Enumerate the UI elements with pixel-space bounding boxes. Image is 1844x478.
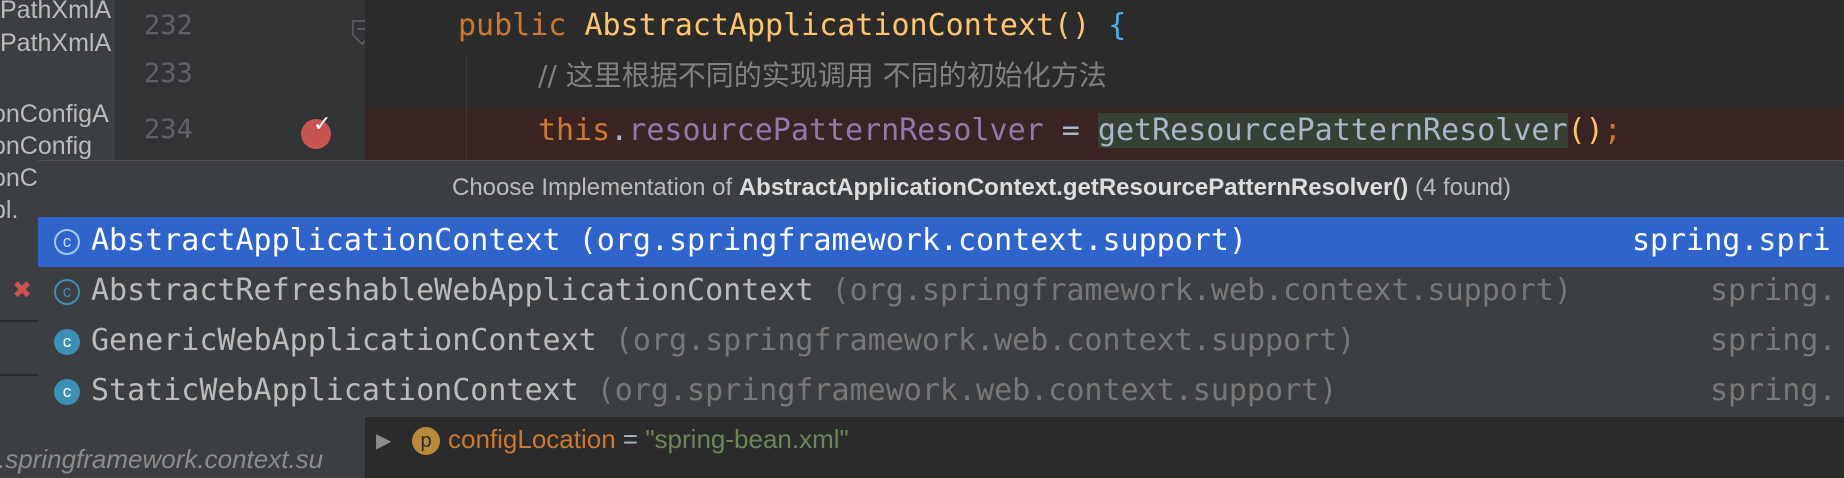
implementation-name: AbstractRefreshableWebApplicationContext xyxy=(91,273,814,308)
implementation-item[interactable]: c GenericWebApplicationContext (org.spri… xyxy=(38,317,1844,367)
this-keyword: this xyxy=(538,113,611,148)
code-line-234[interactable]: this.resourcePatternResolver = getResour… xyxy=(538,113,1622,148)
structure-item[interactable]: onConfig xyxy=(0,132,92,161)
implementation-module: spring.spri xyxy=(1632,223,1831,258)
implementation-module: spring. xyxy=(1710,373,1837,408)
choose-implementation-popup[interactable]: Choose Implementation of AbstractApplica… xyxy=(38,160,1844,417)
frame-package[interactable]: .springframework.context.su xyxy=(0,444,323,475)
implementation-label: AbstractRefreshableWebApplicationContext… xyxy=(91,273,1572,308)
class-icon: c xyxy=(54,329,80,355)
implementation-package: (org.springframework.web.context.support… xyxy=(578,373,1338,408)
code-line-233[interactable]: // 这里根据不同的实现调用 不同的初始化方法 xyxy=(538,54,1107,94)
parameter-icon: p xyxy=(412,427,440,455)
variable-row[interactable]: configLocation = "spring-bean.xml" xyxy=(448,424,849,455)
variable-eq: = xyxy=(615,424,646,454)
constructor-name: AbstractApplicationContext xyxy=(584,8,1055,43)
code-line-232[interactable]: public AbstractApplicationContext() { xyxy=(458,8,1126,43)
implementation-name: StaticWebApplicationContext xyxy=(91,373,579,408)
class-icon: c xyxy=(54,379,80,405)
error-marker-icon: ✖ xyxy=(12,276,33,304)
abstract-class-icon: c xyxy=(54,279,80,305)
brace: { xyxy=(1108,8,1127,43)
field-name: resourcePatternResolver xyxy=(628,113,1044,148)
implementation-label: GenericWebApplicationContext (org.spring… xyxy=(91,323,1355,358)
implementation-name: GenericWebApplicationContext xyxy=(91,323,597,358)
implementation-package: (org.springframework.web.context.support… xyxy=(596,323,1356,358)
implementation-name: AbstractApplicationContext xyxy=(91,223,561,258)
indent-guide xyxy=(466,56,467,166)
implementation-label: StaticWebApplicationContext (org.springf… xyxy=(91,373,1337,408)
line-number: 234 xyxy=(144,114,193,145)
structure-item[interactable]: pl. xyxy=(0,196,18,225)
implementation-label: AbstractApplicationContext (org.springfr… xyxy=(91,223,1247,258)
popup-title: Choose Implementation of AbstractApplica… xyxy=(38,161,1844,215)
popup-title-method: AbstractApplicationContext.getResourcePa… xyxy=(738,174,1409,201)
implementation-item[interactable]: c AbstractRefreshableWebApplicationConte… xyxy=(38,267,1844,317)
structure-item[interactable]: onC xyxy=(0,164,38,193)
expand-arrow-icon[interactable]: ▶ xyxy=(376,428,391,452)
abstract-class-icon: c xyxy=(54,229,80,255)
variable-value: "spring-bean.xml" xyxy=(645,424,849,454)
implementation-item[interactable]: c StaticWebApplicationContext (org.sprin… xyxy=(38,367,1844,417)
parens: () xyxy=(1054,8,1091,43)
assign-operator: = xyxy=(1043,113,1098,148)
popup-title-count: (4 found) xyxy=(1408,174,1512,201)
keyword: public xyxy=(458,8,567,43)
structure-item[interactable]: onConfigA xyxy=(0,100,109,129)
breakpoint-check-icon: ✓ xyxy=(313,112,332,137)
line-number: 232 xyxy=(144,10,193,41)
implementation-module: spring. xyxy=(1710,323,1837,358)
implementation-module: spring. xyxy=(1710,273,1837,308)
dot: . xyxy=(610,113,629,148)
implementation-package: (org.springframework.context.support) xyxy=(560,223,1247,258)
implementation-package: (org.springframework.web.context.support… xyxy=(813,273,1573,308)
comment: // 这里根据不同的实现调用 不同的初始化方法 xyxy=(538,59,1107,92)
implementation-item[interactable]: c AbstractApplicationContext (org.spring… xyxy=(38,217,1844,267)
method-call[interactable]: getResourcePatternResolver xyxy=(1097,113,1568,148)
semicolon: ; xyxy=(1603,113,1622,148)
popup-title-prefix: Choose Implementation of xyxy=(452,174,739,201)
structure-item[interactable]: PathXmlA xyxy=(0,29,111,58)
line-number: 233 xyxy=(144,58,193,89)
variable-name: configLocation xyxy=(448,424,616,454)
structure-item[interactable]: PathXmlA xyxy=(0,0,111,25)
call-parens: () xyxy=(1567,113,1604,148)
